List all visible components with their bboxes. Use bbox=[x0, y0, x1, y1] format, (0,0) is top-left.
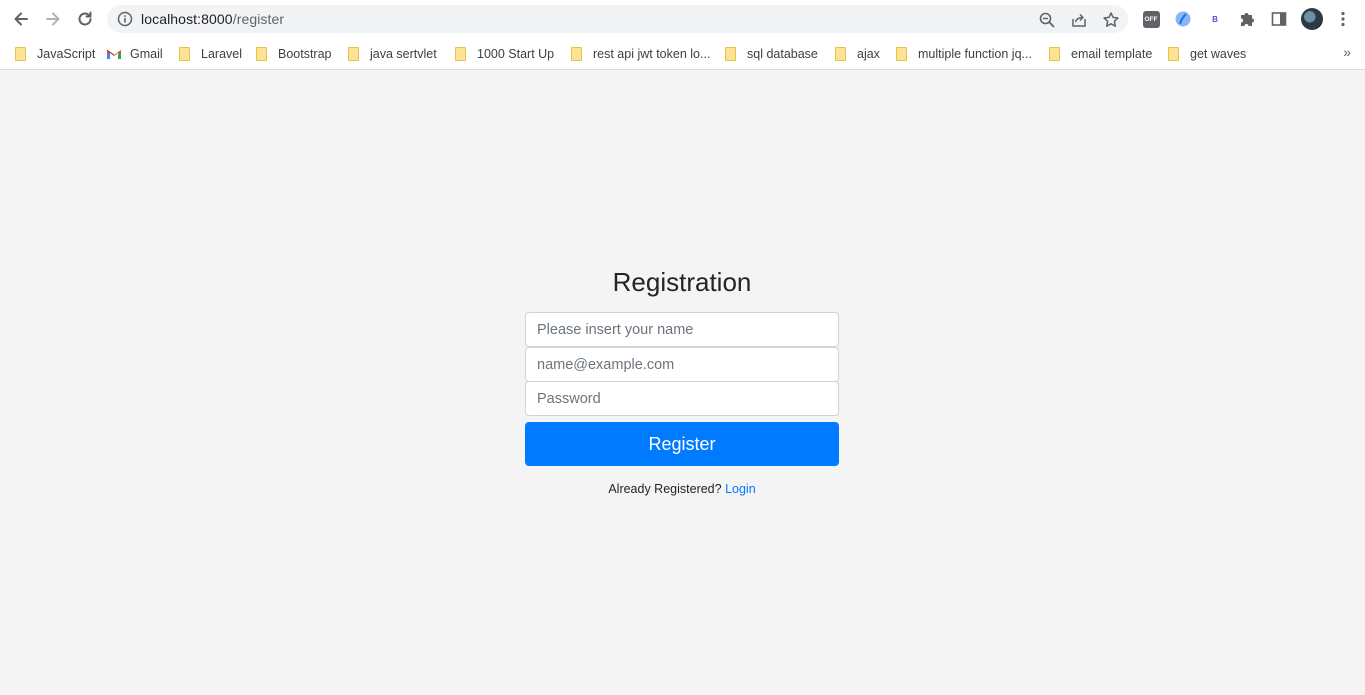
bookmark-gmail[interactable]: Gmail bbox=[106, 44, 163, 64]
register-button[interactable]: Register bbox=[525, 422, 839, 466]
bookmark-label: Gmail bbox=[130, 47, 163, 61]
star-icon[interactable] bbox=[1102, 11, 1120, 29]
puzzle-icon bbox=[1241, 13, 1254, 26]
bookmark-java-sertvlet[interactable]: java sertvlet bbox=[348, 44, 437, 64]
folder-icon bbox=[1168, 47, 1179, 61]
reload-icon bbox=[78, 11, 92, 26]
bookmark-label: rest api jwt token lo... bbox=[593, 47, 711, 61]
address-bar[interactable]: localhost:8000/register bbox=[107, 5, 1128, 33]
bookmark-label: java sertvlet bbox=[370, 47, 437, 61]
bookmark-sql-database[interactable]: sql database bbox=[725, 44, 818, 64]
bookmark-javascript[interactable]: JavaScript bbox=[15, 44, 95, 64]
extensions-puzzle-button[interactable] bbox=[1237, 9, 1257, 29]
arrow-right-icon bbox=[46, 12, 60, 26]
back-button[interactable] bbox=[8, 7, 34, 31]
folder-icon bbox=[348, 47, 359, 61]
name-input[interactable] bbox=[525, 312, 839, 347]
side-panel-icon bbox=[1271, 12, 1287, 26]
info-icon[interactable] bbox=[117, 11, 133, 27]
folder-icon bbox=[835, 47, 846, 61]
url-path: /register bbox=[232, 11, 285, 27]
page-title: Registration bbox=[612, 267, 752, 297]
url-text: localhost:8000/register bbox=[141, 11, 284, 27]
bookmark-label: multiple function jq... bbox=[918, 47, 1032, 61]
share-icon[interactable] bbox=[1070, 11, 1088, 29]
bookmark-label: 1000 Start Up bbox=[477, 47, 555, 61]
bookmarks-overflow-button[interactable]: » bbox=[1343, 44, 1351, 60]
side-panel-button[interactable] bbox=[1269, 9, 1289, 29]
bookmark-multiple-function[interactable]: multiple function jq... bbox=[896, 44, 1032, 64]
folder-icon bbox=[571, 47, 582, 61]
folder-icon bbox=[15, 47, 26, 61]
login-link[interactable]: Login bbox=[725, 482, 756, 496]
bookmarks-bar: JavaScript Gmail Laravel Bootstrap java … bbox=[0, 38, 1365, 70]
browser-toolbar: localhost:8000/register OFF B bbox=[0, 0, 1365, 38]
reload-button[interactable] bbox=[72, 7, 98, 31]
folder-icon bbox=[256, 47, 267, 61]
bookmark-rest-api[interactable]: rest api jwt token lo... bbox=[571, 44, 710, 64]
extension-b-icon[interactable]: B bbox=[1205, 9, 1225, 29]
chrome-menu-button[interactable] bbox=[1333, 9, 1353, 29]
folder-icon bbox=[725, 47, 736, 61]
bookmark-email-template[interactable]: email template bbox=[1049, 44, 1152, 64]
bookmark-bootstrap[interactable]: Bootstrap bbox=[256, 44, 332, 64]
bookmark-label: JavaScript bbox=[37, 47, 96, 61]
bookmark-laravel[interactable]: Laravel bbox=[179, 44, 242, 64]
bookmark-label: Bootstrap bbox=[278, 47, 332, 61]
profile-avatar[interactable] bbox=[1301, 8, 1323, 30]
page-content: Registration Register Already Registered… bbox=[0, 71, 1365, 695]
folder-icon bbox=[1049, 47, 1060, 61]
arrow-left-icon bbox=[14, 12, 28, 26]
bookmark-label: get waves bbox=[1190, 47, 1247, 61]
ext-off-label: OFF bbox=[1142, 10, 1160, 28]
login-prompt: Already Registered? Login bbox=[525, 482, 839, 496]
extension-off-icon[interactable]: OFF bbox=[1141, 9, 1161, 29]
bookmark-1000-start-up[interactable]: 1000 Start Up bbox=[455, 44, 554, 64]
bookmark-label: Laravel bbox=[201, 47, 242, 61]
extension-swirl-icon[interactable] bbox=[1173, 9, 1193, 29]
ext-b-label: B bbox=[1212, 14, 1218, 24]
bookmark-ajax[interactable]: ajax bbox=[835, 44, 880, 64]
gmail-icon bbox=[106, 49, 121, 59]
swirl-icon bbox=[1175, 11, 1191, 27]
zoom-icon[interactable] bbox=[1038, 11, 1056, 29]
avatar-icon bbox=[1301, 8, 1323, 30]
url-host: localhost:8000 bbox=[141, 11, 233, 27]
password-input[interactable] bbox=[525, 381, 839, 416]
already-registered-text: Already Registered? bbox=[608, 482, 722, 496]
folder-icon bbox=[455, 47, 466, 61]
bookmark-label: sql database bbox=[747, 47, 818, 61]
bookmark-get-waves[interactable]: get waves bbox=[1168, 44, 1246, 64]
email-input[interactable] bbox=[525, 347, 839, 382]
kebab-menu-icon bbox=[1341, 11, 1345, 27]
bookmark-label: email template bbox=[1071, 47, 1153, 61]
folder-icon bbox=[896, 47, 907, 61]
forward-button[interactable] bbox=[40, 7, 66, 31]
folder-icon bbox=[179, 47, 190, 61]
bookmark-label: ajax bbox=[857, 47, 880, 61]
